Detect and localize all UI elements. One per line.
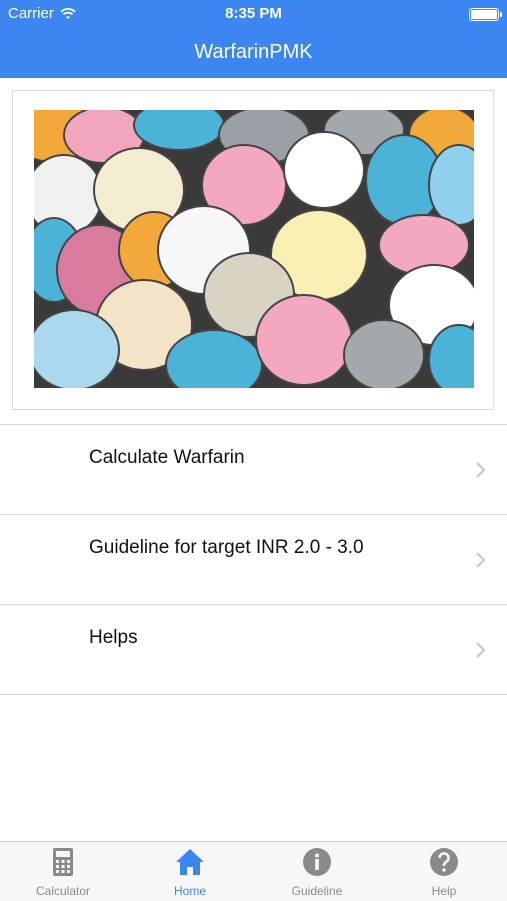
tab-calculator[interactable]: Calculator	[0, 842, 126, 901]
chevron-right-icon	[476, 462, 486, 478]
menu-item-label: Calculate Warfarin	[89, 447, 245, 468]
menu-item-label: Guideline for target INR 2.0 - 3.0	[89, 537, 364, 558]
tab-label: Home	[173, 884, 206, 898]
tab-guideline[interactable]: Guideline	[254, 842, 380, 901]
tab-label: Calculator	[35, 884, 91, 898]
tab-home[interactable]: Home	[127, 842, 253, 901]
home-icon	[176, 849, 204, 875]
navigation-bar: Carrier 8:35 PM WarfarinPMK	[0, 0, 507, 78]
hero-image-frame	[12, 90, 494, 410]
chevron-right-icon	[476, 552, 486, 568]
battery-icon	[469, 8, 502, 21]
tab-help[interactable]: Help	[381, 842, 507, 901]
menu-item-calculate-warfarin[interactable]: Calculate Warfarin	[0, 424, 507, 514]
menu-item-helps[interactable]: Helps	[0, 604, 507, 695]
question-icon	[430, 848, 458, 876]
tab-label: Help	[431, 884, 457, 898]
page-title: WarfarinPMK	[194, 41, 313, 63]
status-bar: Carrier 8:35 PM	[0, 0, 507, 28]
pills-image	[34, 110, 474, 388]
calculator-icon	[53, 848, 73, 876]
status-time: 8:35 PM	[225, 5, 282, 22]
menu-item-guideline[interactable]: Guideline for target INR 2.0 - 3.0	[0, 514, 507, 604]
menu-list: Calculate Warfarin Guideline for target …	[0, 424, 507, 695]
tab-bar: Calculator Home Guideline Help	[0, 841, 507, 901]
chevron-right-icon	[476, 642, 486, 658]
tab-label: Guideline	[291, 884, 343, 898]
menu-item-label: Helps	[89, 627, 138, 648]
info-icon	[303, 848, 331, 876]
